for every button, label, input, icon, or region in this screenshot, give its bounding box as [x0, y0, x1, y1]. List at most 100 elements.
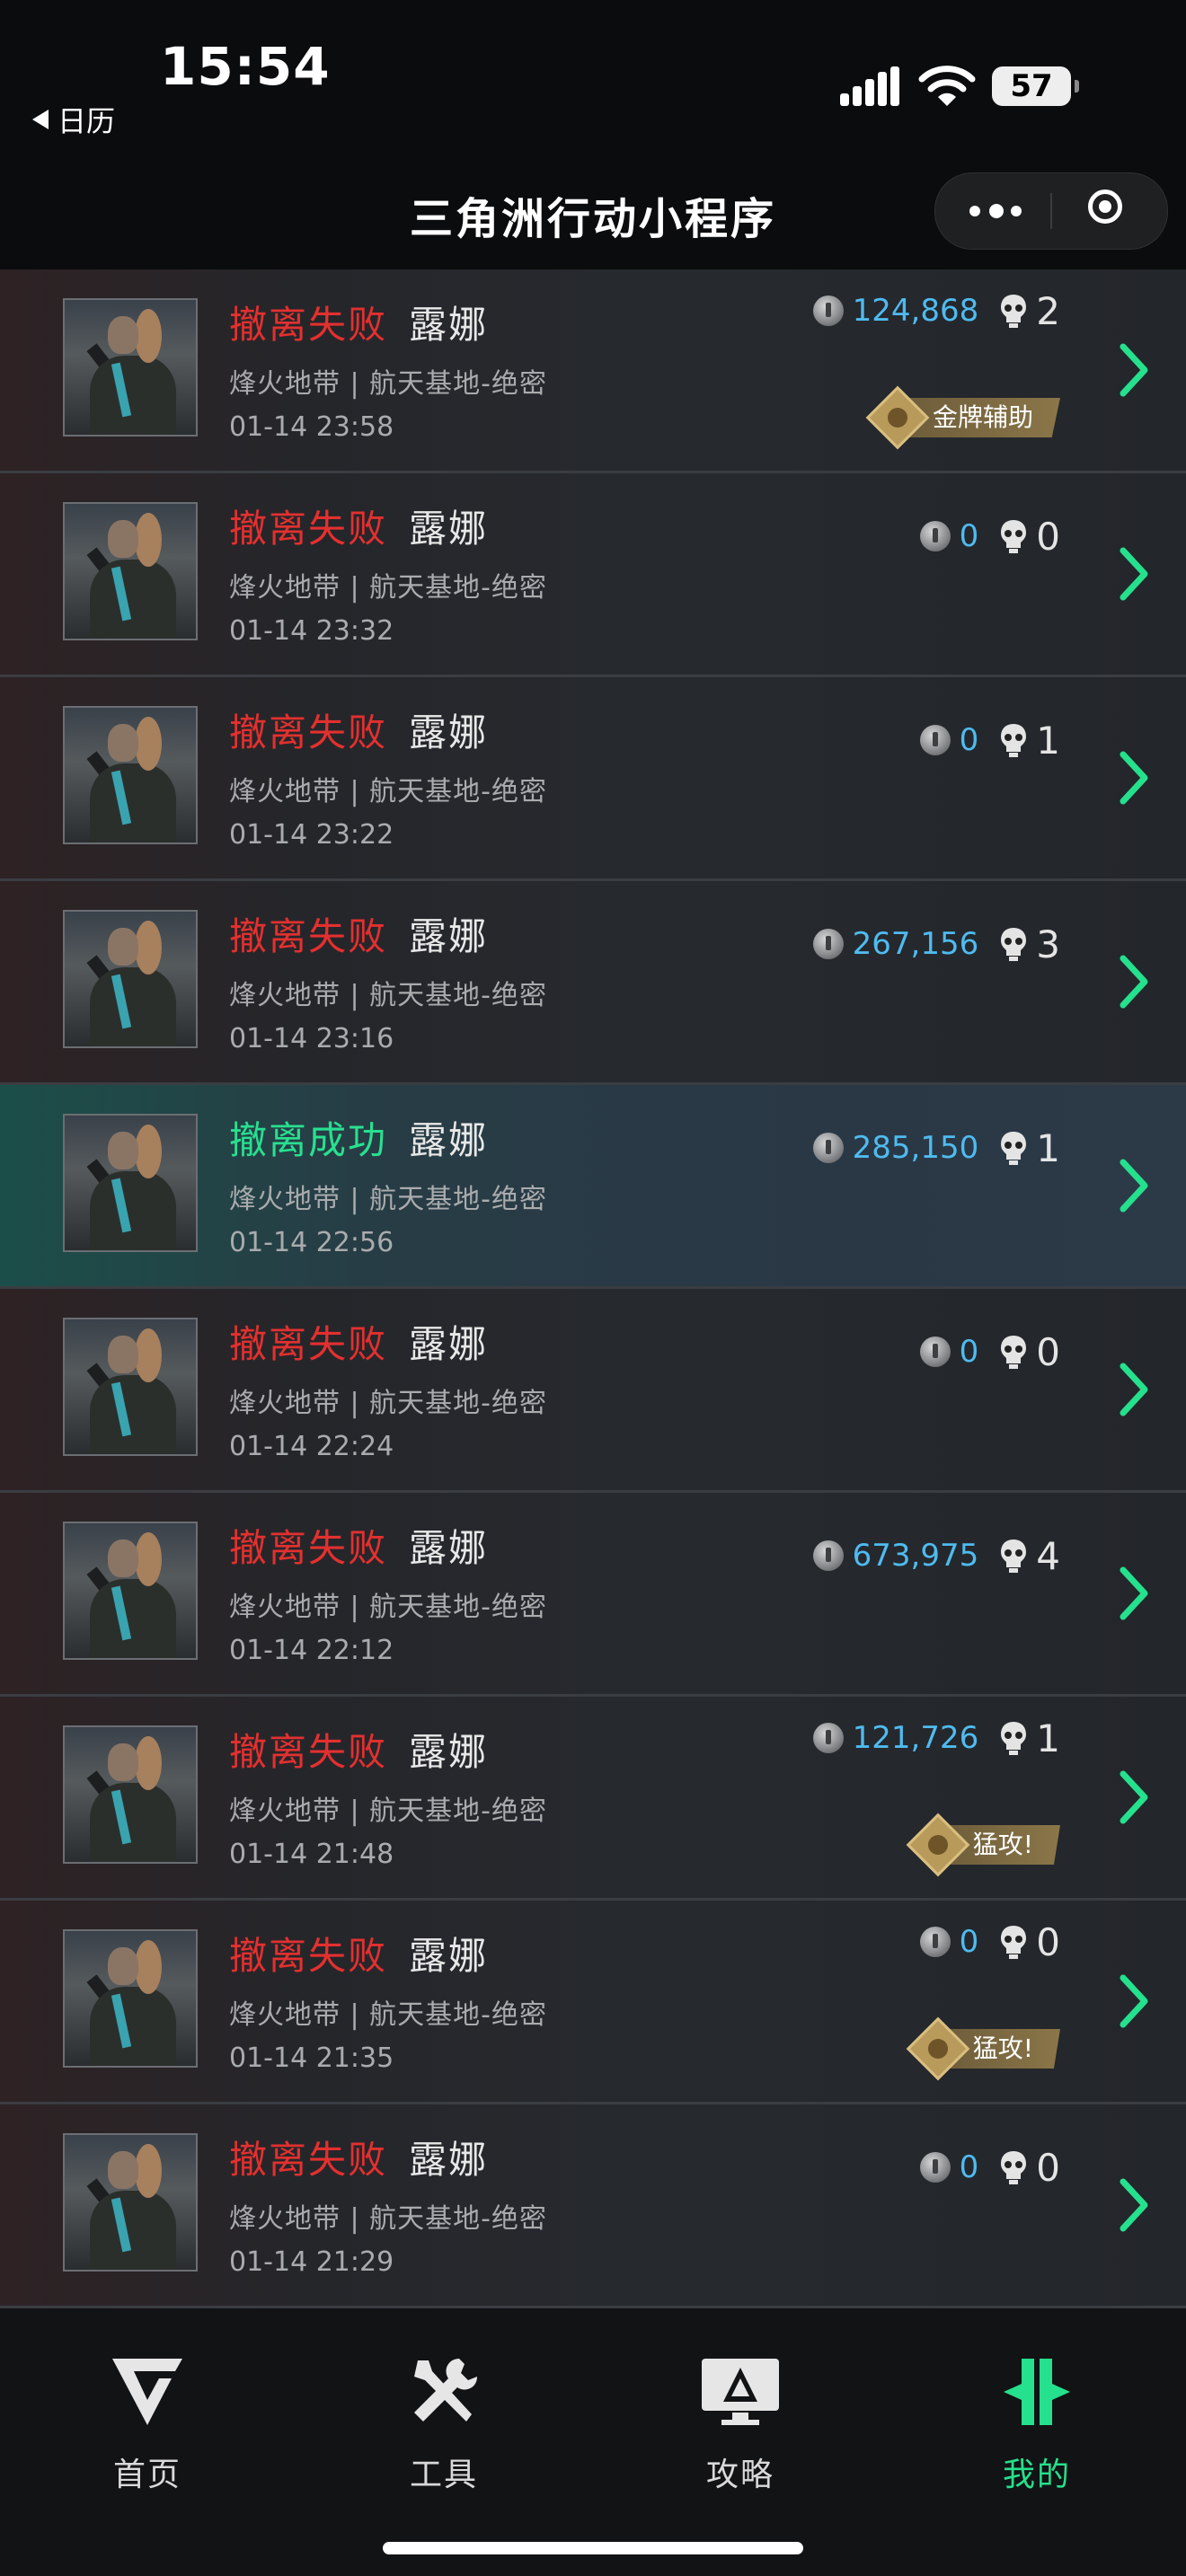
achievement-badge: 金牌辅助	[865, 385, 1060, 450]
match-row[interactable]: 撤离成功 露娜 烽火地带 | 航天基地-绝密 01-14 22:56 285,1…	[0, 1085, 1186, 1289]
chevron-right-icon[interactable]	[1118, 343, 1150, 397]
coin-icon	[919, 1337, 951, 1367]
more-options-icon[interactable]	[969, 202, 1023, 220]
profile-logo-icon	[1004, 2359, 1070, 2425]
loot-value: 124,868	[852, 293, 979, 329]
map-info: 烽火地带 | 航天基地-绝密	[229, 776, 548, 807]
home-v-logo-icon	[112, 2359, 182, 2425]
extraction-status: 撤离失败	[229, 710, 388, 754]
match-row[interactable]: 撤离失败 露娜 烽火地带 | 航天基地-绝密 01-14 23:32 0 0	[0, 473, 1186, 677]
match-history-list: 撤离失败 露娜 烽火地带 | 航天基地-绝密 01-14 23:58 124,8…	[0, 269, 1186, 2308]
operator-name: 露娜	[409, 710, 489, 754]
match-row[interactable]: 撤离失败 露娜 烽火地带 | 航天基地-绝密 01-14 23:22 0 1	[0, 677, 1186, 881]
operator-name: 露娜	[409, 303, 489, 347]
match-time: 01-14 21:48	[229, 1839, 394, 1870]
close-miniprogram-icon[interactable]	[1088, 190, 1122, 224]
loot-value: 121,726	[852, 1720, 979, 1756]
tab-tools-label: 工具	[409, 2457, 478, 2493]
skull-icon	[1001, 1336, 1027, 1369]
coin-icon	[919, 725, 951, 755]
tab-guide-label: 攻略	[705, 2457, 774, 2493]
chevron-right-icon[interactable]	[1118, 955, 1150, 1009]
coin-icon	[812, 1133, 844, 1163]
extraction-status: 撤离失败	[229, 914, 388, 958]
kill-count: 0	[1036, 1329, 1060, 1374]
operator-avatar	[63, 910, 198, 1048]
skull-icon	[1001, 520, 1027, 553]
skull-icon	[1001, 1722, 1027, 1755]
home-indicator	[383, 2542, 803, 2554]
map-info: 烽火地带 | 航天基地-绝密	[229, 368, 548, 400]
chevron-right-icon[interactable]	[1118, 751, 1150, 805]
map-info: 烽火地带 | 航天基地-绝密	[229, 572, 548, 604]
loot-value: 0	[959, 722, 979, 758]
chevron-right-icon[interactable]	[1118, 2178, 1150, 2232]
operator-name: 露娜	[409, 1322, 489, 1366]
extraction-status: 撤离失败	[229, 303, 388, 347]
operator-avatar	[63, 2133, 198, 2272]
tab-home[interactable]: 首页	[58, 2353, 237, 2495]
miniprogram-capsule	[934, 172, 1168, 250]
chevron-right-icon[interactable]	[1118, 1770, 1150, 1824]
back-app-label: 日历	[58, 104, 116, 138]
match-row[interactable]: 撤离失败 露娜 烽火地带 | 航天基地-绝密 01-14 22:24 0 0	[0, 1289, 1186, 1493]
extraction-status: 撤离失败	[229, 2138, 388, 2182]
kill-count: 0	[1036, 514, 1060, 559]
coin-icon	[919, 521, 951, 551]
coin-icon	[812, 929, 844, 959]
badge-emblem-icon	[906, 2016, 970, 2081]
skull-icon	[1001, 295, 1027, 328]
match-stats: 0 0	[919, 1327, 1060, 1377]
match-row[interactable]: 撤离失败 露娜 烽火地带 | 航天基地-绝密 01-14 23:16 267,1…	[0, 881, 1186, 1085]
match-stats: 285,150 1	[812, 1123, 1060, 1173]
operator-name: 露娜	[409, 1934, 489, 1978]
loot-value: 0	[959, 518, 979, 554]
match-row[interactable]: 撤离失败 露娜 烽火地带 | 航天基地-绝密 01-14 23:58 124,8…	[0, 269, 1186, 473]
operator-avatar	[63, 1522, 198, 1660]
match-time: 01-14 23:58	[229, 411, 394, 443]
tab-guide[interactable]: 攻略	[651, 2353, 830, 2495]
tab-profile-label: 我的	[1002, 2457, 1071, 2493]
tab-tools[interactable]: 工具	[354, 2353, 534, 2495]
extraction-status: 撤离失败	[229, 1526, 388, 1570]
operator-avatar	[63, 1114, 198, 1252]
operator-avatar	[63, 706, 198, 844]
skull-icon	[1001, 928, 1027, 961]
match-row[interactable]: 撤离失败 露娜 烽火地带 | 航天基地-绝密 01-14 22:12 673,9…	[0, 1493, 1186, 1697]
achievement-badge: 猛攻!	[906, 1813, 1060, 1877]
match-row[interactable]: 撤离失败 露娜 烽火地带 | 航天基地-绝密 01-14 21:29 0 0	[0, 2104, 1186, 2308]
operator-name: 露娜	[409, 2138, 489, 2182]
map-info: 烽火地带 | 航天基地-绝密	[229, 1388, 548, 1419]
tab-home-label: 首页	[112, 2457, 181, 2493]
badge-emblem-icon	[906, 1813, 970, 1877]
kill-count: 1	[1036, 718, 1060, 763]
match-time: 01-14 22:56	[229, 1227, 394, 1258]
match-stats: 0 1	[919, 715, 1060, 765]
operator-name: 露娜	[409, 1730, 489, 1774]
operator-avatar	[63, 298, 198, 437]
map-info: 烽火地带 | 航天基地-绝密	[229, 980, 548, 1011]
coin-icon	[812, 1540, 844, 1571]
extraction-status: 撤离成功	[229, 1118, 388, 1162]
chevron-right-icon[interactable]	[1118, 1363, 1150, 1416]
match-time: 01-14 22:12	[229, 1635, 394, 1666]
match-time: 01-14 21:29	[229, 2246, 394, 2278]
match-row[interactable]: 撤离失败 露娜 烽火地带 | 航天基地-绝密 01-14 21:35 0 0 猛…	[0, 1901, 1186, 2104]
chevron-right-icon[interactable]	[1118, 547, 1150, 601]
match-stats: 121,726 1	[812, 1713, 1060, 1763]
extraction-status: 撤离失败	[229, 507, 388, 551]
loot-value: 673,975	[852, 1538, 979, 1574]
back-to-app-link[interactable]: 日历	[32, 99, 115, 140]
achievement-badge: 猛攻!	[906, 2016, 1060, 2081]
nav-bar: 三角洲行动小程序	[0, 153, 1186, 269]
kill-count: 3	[1036, 922, 1060, 966]
tab-profile[interactable]: 我的	[947, 2353, 1127, 2495]
map-info: 烽火地带 | 航天基地-绝密	[229, 1999, 548, 2031]
chevron-right-icon[interactable]	[1118, 1159, 1150, 1213]
chevron-right-icon[interactable]	[1118, 1566, 1150, 1620]
match-row[interactable]: 撤离失败 露娜 烽火地带 | 航天基地-绝密 01-14 21:48 121,7…	[0, 1697, 1186, 1901]
match-time: 01-14 21:35	[229, 2042, 394, 2074]
match-stats: 0 0	[919, 2142, 1060, 2192]
map-info: 烽火地带 | 航天基地-绝密	[229, 1184, 548, 1215]
chevron-right-icon[interactable]	[1118, 1974, 1150, 2028]
